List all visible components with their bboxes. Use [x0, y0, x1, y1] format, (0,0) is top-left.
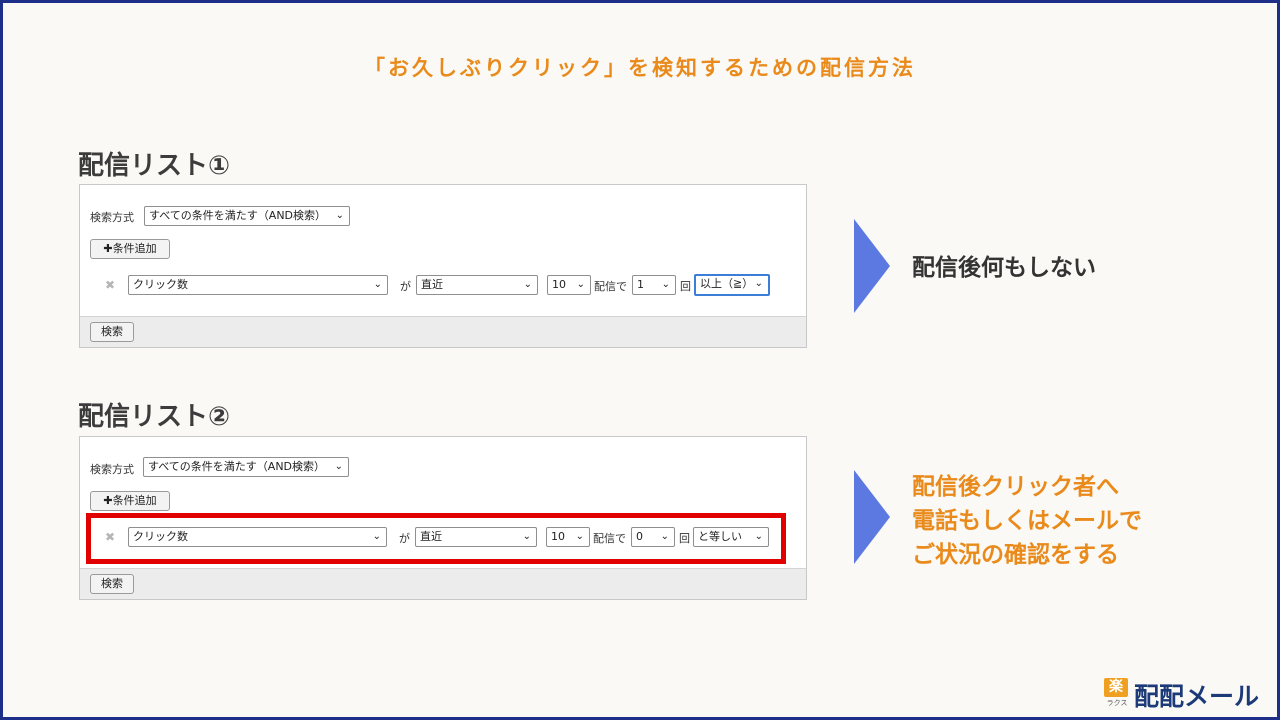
list-2-note: 配信後クリック者へ 電話もしくはメールで ご状況の確認をする [912, 470, 1142, 572]
search-method-value: すべての条件を満たす（AND検索） [148, 460, 326, 473]
list-2-note-line-1: 配信後クリック者へ [912, 474, 1119, 500]
search-panel-1: 検索方式 すべての条件を満たす（AND検索） ⌄ ✚条件追加 ✖ クリック数 ⌄… [79, 184, 807, 348]
slide [3, 3, 1277, 717]
panel-footer: 検索 [80, 316, 806, 347]
logo-sub: ラクス [1106, 699, 1128, 707]
condition-highlight-box [86, 513, 786, 564]
search-method-select[interactable]: すべての条件を満たす（AND検索） ⌄ [144, 206, 350, 226]
search-method-select[interactable]: すべての条件を満たす（AND検索） ⌄ [143, 457, 349, 477]
list-1-heading: 配信リスト① [78, 151, 231, 181]
add-condition-button[interactable]: ✚条件追加 [90, 491, 170, 511]
add-condition-button[interactable]: ✚条件追加 [90, 239, 170, 259]
comparison-select[interactable]: 以上（≧） ⌄ [694, 274, 770, 296]
comparison-value: 以上（≧） [700, 277, 754, 290]
arrow-right-icon [854, 470, 890, 564]
arrow-right-icon [854, 219, 890, 313]
search-method-value: すべての条件を満たす（AND検索） [149, 209, 327, 222]
period-select[interactable]: 直近 ⌄ [416, 275, 538, 295]
chevron-down-icon: ⌄ [576, 279, 585, 290]
list-1-note: 配信後何もしない [912, 255, 1096, 281]
times-select[interactable]: 1 ⌄ [632, 275, 676, 295]
search-method-label: 検索方式 [90, 463, 134, 476]
period-value: 直近 [421, 278, 443, 291]
chevron-down-icon: ⌄ [335, 210, 344, 221]
condition-field-select[interactable]: クリック数 ⌄ [128, 275, 388, 295]
count-value: 10 [552, 278, 566, 291]
remove-condition-icon[interactable]: ✖ [105, 278, 115, 292]
haishin-de-label: 配信で [594, 280, 627, 293]
chevron-down-icon: ⌄ [661, 279, 670, 290]
search-method-label: 検索方式 [90, 211, 134, 224]
ga-label: が [400, 280, 411, 293]
count-select[interactable]: 10 ⌄ [547, 275, 591, 295]
times-value: 1 [637, 278, 644, 291]
panel-footer: 検索 [80, 568, 806, 599]
chevron-down-icon: ⌄ [754, 278, 763, 289]
search-button[interactable]: 検索 [90, 574, 134, 594]
list-2-heading: 配信リスト② [78, 402, 231, 432]
chevron-down-icon: ⌄ [373, 279, 382, 290]
condition-field-value: クリック数 [133, 278, 188, 291]
chevron-down-icon: ⌄ [334, 461, 343, 472]
list-2-note-line-2: 電話もしくはメールで [912, 508, 1142, 534]
chevron-down-icon: ⌄ [523, 279, 532, 290]
list-2-note-line-3: ご状況の確認をする [912, 542, 1119, 568]
kai-label: 回 [680, 280, 691, 293]
search-button[interactable]: 検索 [90, 322, 134, 342]
logo-brand-name: 配配メール [1134, 682, 1260, 711]
logo-mark: 楽 [1104, 678, 1128, 697]
slide-title: 「お久しぶりクリック」を検知するための配信方法 [364, 56, 916, 80]
